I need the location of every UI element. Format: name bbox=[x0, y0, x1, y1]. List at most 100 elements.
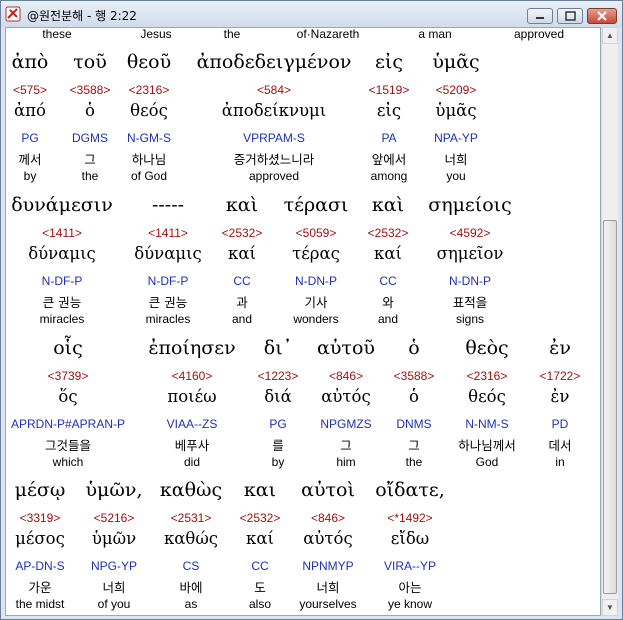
word-parse: N-NM-S bbox=[465, 417, 509, 431]
app-icon bbox=[5, 6, 21, 22]
maximize-button[interactable] bbox=[557, 8, 583, 24]
word-greek: καθὼς bbox=[159, 479, 223, 501]
word-lemma: διά bbox=[264, 387, 292, 406]
word-strong: <5059> bbox=[295, 226, 337, 240]
word-strong: <3319> bbox=[19, 511, 61, 525]
scrollbar-thumb[interactable] bbox=[603, 220, 617, 594]
word-strong: <1411> bbox=[148, 226, 188, 240]
word-greek: τοῦ bbox=[73, 51, 107, 73]
word-korean: 과 bbox=[236, 295, 248, 310]
word-korean: 하나님 bbox=[131, 152, 167, 167]
word-parse: VPRPAM-S bbox=[243, 131, 305, 145]
word-lemma: εἴδω bbox=[390, 529, 430, 548]
word-greek: δυνάμεσιν bbox=[11, 194, 113, 216]
word-greek: οἷς bbox=[53, 337, 83, 359]
word-lemma: σημεῖον bbox=[436, 244, 504, 263]
word-korean: 도 bbox=[254, 580, 266, 595]
word-lemma: θεός bbox=[468, 387, 506, 406]
word-korean: 그 bbox=[340, 438, 352, 453]
word-parse: NPGMZS bbox=[320, 417, 372, 431]
word-strong: <3588> bbox=[69, 83, 111, 97]
word-greek: ἀπὸ bbox=[11, 51, 49, 73]
word-english: by bbox=[23, 169, 37, 183]
word-korean: 너희 bbox=[102, 580, 126, 595]
word-lemma: ὑμῶν bbox=[91, 529, 137, 548]
word-english: the bbox=[81, 169, 99, 183]
word-greek: αὐτοὶ bbox=[301, 479, 355, 501]
partial-gloss: approved bbox=[513, 27, 565, 41]
partial-gloss: of·Nazareth bbox=[296, 27, 360, 41]
word-strong: <584> bbox=[256, 83, 292, 97]
word-english: the midst bbox=[15, 597, 65, 611]
word-korean: 그것들을 bbox=[44, 438, 92, 453]
word-english: and bbox=[377, 312, 399, 326]
word-lemma: αὐτός bbox=[321, 387, 371, 406]
word-strong: <2531> bbox=[170, 511, 212, 525]
word-strong: <2532> bbox=[221, 226, 263, 240]
minimize-button[interactable] bbox=[527, 8, 553, 24]
word-english: the bbox=[405, 455, 423, 469]
word-english: miracles bbox=[145, 312, 191, 326]
word-korean: 바에 bbox=[179, 580, 203, 595]
word-lemma: μέσος bbox=[15, 529, 65, 548]
word-english: wonders bbox=[293, 312, 339, 326]
word-parse: CC bbox=[379, 274, 397, 288]
title-bar[interactable]: @원전분해 - 행 2:22 bbox=[1, 1, 622, 27]
word-greek: ἐποίησεν bbox=[148, 337, 236, 359]
word-parse: DGMS bbox=[72, 131, 108, 145]
word-strong: <5209> bbox=[435, 83, 477, 97]
word-strong: <3739> bbox=[47, 369, 89, 383]
word-lemma: καθώς bbox=[163, 529, 219, 548]
word-parse: N-DF-P bbox=[147, 274, 189, 288]
vertical-scrollbar[interactable]: ▲ ▼ bbox=[601, 27, 618, 616]
word-greek: μέσῳ bbox=[14, 479, 66, 501]
word-korean: 데서 bbox=[548, 438, 572, 453]
interlinear-view[interactable]: these Jesus the of·Nazareth a man approved ἀπὸ… bbox=[5, 27, 601, 616]
word-greek: τέρασι bbox=[283, 194, 349, 216]
word-strong: <1223> bbox=[257, 369, 299, 383]
word-greek: ὑμῶν, bbox=[85, 479, 143, 501]
word-greek: οἴδατε, bbox=[375, 479, 445, 501]
app-window: @원전분해 - 행 2:22 these Jesus the of·Nazareth a… bbox=[0, 0, 623, 620]
word-greek: σημείοις bbox=[428, 194, 512, 216]
word-parse: DNMS bbox=[396, 417, 432, 431]
word-greek: θεὸς bbox=[465, 337, 509, 359]
word-parse: N-DN-P bbox=[449, 274, 491, 288]
word-lemma: καί bbox=[374, 244, 402, 263]
partial-gloss: a man bbox=[418, 27, 452, 41]
word-korean: 증거하셨느니라 bbox=[233, 152, 315, 167]
word-greek: ὑμᾶς bbox=[432, 51, 480, 73]
word-strong: <1519> bbox=[368, 83, 410, 97]
word-parse: NPG-YP bbox=[90, 559, 138, 573]
word-english: which bbox=[52, 455, 84, 469]
word-lemma: τέρας bbox=[292, 244, 340, 263]
word-korean: 큰 권능 bbox=[42, 295, 82, 310]
scroll-down-icon[interactable]: ▼ bbox=[602, 599, 618, 616]
word-korean: 께서 bbox=[18, 152, 42, 167]
word-lemma: ἐν bbox=[550, 387, 570, 406]
word-parse: CC bbox=[233, 274, 251, 288]
word-lemma: ὑμᾶς bbox=[435, 101, 477, 120]
word-korean: 하나님께서 bbox=[458, 438, 516, 453]
word-lemma: ὅς bbox=[58, 387, 78, 406]
word-korean: 기사 bbox=[304, 295, 328, 310]
word-lemma: δύναμις bbox=[28, 244, 96, 263]
word-english: yourselves bbox=[299, 597, 357, 611]
partial-gloss: these bbox=[42, 27, 72, 41]
word-parse: VIRA--YP bbox=[383, 559, 437, 573]
word-lemma: αὐτός bbox=[303, 529, 353, 548]
word-korean: 표적을 bbox=[452, 295, 488, 310]
word-english: among bbox=[370, 169, 408, 183]
word-greek: ὁ bbox=[408, 337, 420, 359]
word-lemma: καί bbox=[228, 244, 256, 263]
word-korean: 베푸사 bbox=[174, 438, 210, 453]
word-english: and bbox=[231, 312, 253, 326]
scroll-up-icon[interactable]: ▲ bbox=[602, 27, 618, 44]
close-button[interactable] bbox=[587, 8, 617, 24]
word-strong: <4160> bbox=[171, 369, 213, 383]
word-strong: <2532> bbox=[367, 226, 409, 240]
word-parse: AP-DN-S bbox=[15, 559, 65, 573]
word-strong: <2532> bbox=[239, 511, 281, 525]
word-strong: <4592> bbox=[449, 226, 491, 240]
word-strong: <846> bbox=[328, 369, 364, 383]
